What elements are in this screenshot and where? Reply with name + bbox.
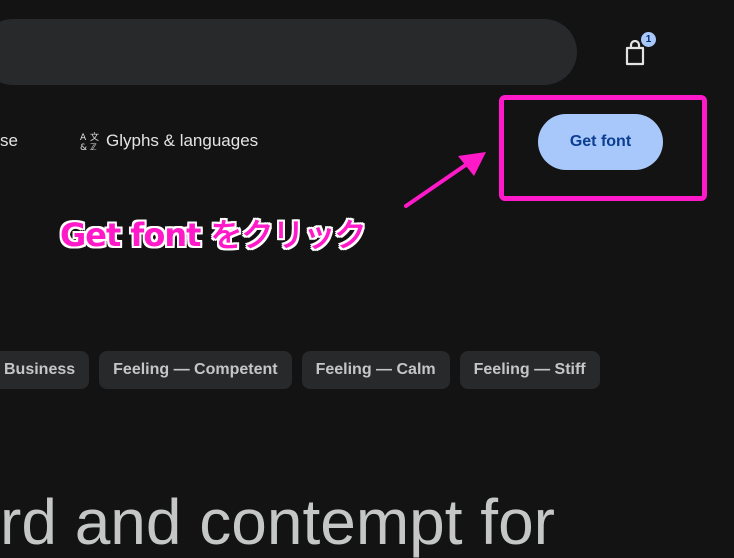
- svg-text:A: A: [80, 133, 87, 143]
- svg-text:ℤ: ℤ: [90, 143, 97, 151]
- annotation-arrow-icon: [404, 152, 486, 208]
- font-preview-text: rd and contempt for: [0, 486, 555, 558]
- glyphs-icon: A 文 & ℤ: [80, 131, 99, 151]
- cart-count-badge: 1: [641, 32, 656, 47]
- glyphs-languages-label: Glyphs & languages: [106, 131, 259, 150]
- tag-chip[interactable]: Feeling — Competent: [99, 351, 292, 389]
- annotation-label: Get font をクリック: [60, 216, 367, 254]
- tag-chip[interactable]: Feeling — Stiff: [459, 351, 600, 389]
- svg-text:文: 文: [90, 131, 99, 143]
- nav-item-partial[interactable]: se: [0, 131, 18, 151]
- svg-text:&: &: [80, 143, 87, 151]
- tag-chip[interactable]: Feeling — Calm: [301, 351, 450, 389]
- glyphs-languages-link[interactable]: A 文 & ℤ Glyphs & languages: [80, 131, 258, 151]
- tag-chip[interactable]: Business: [0, 351, 90, 389]
- tag-chip-row: Business Feeling — Competent Feeling — C…: [0, 351, 600, 389]
- search-bar[interactable]: [0, 19, 577, 85]
- get-font-button[interactable]: Get font: [538, 114, 663, 170]
